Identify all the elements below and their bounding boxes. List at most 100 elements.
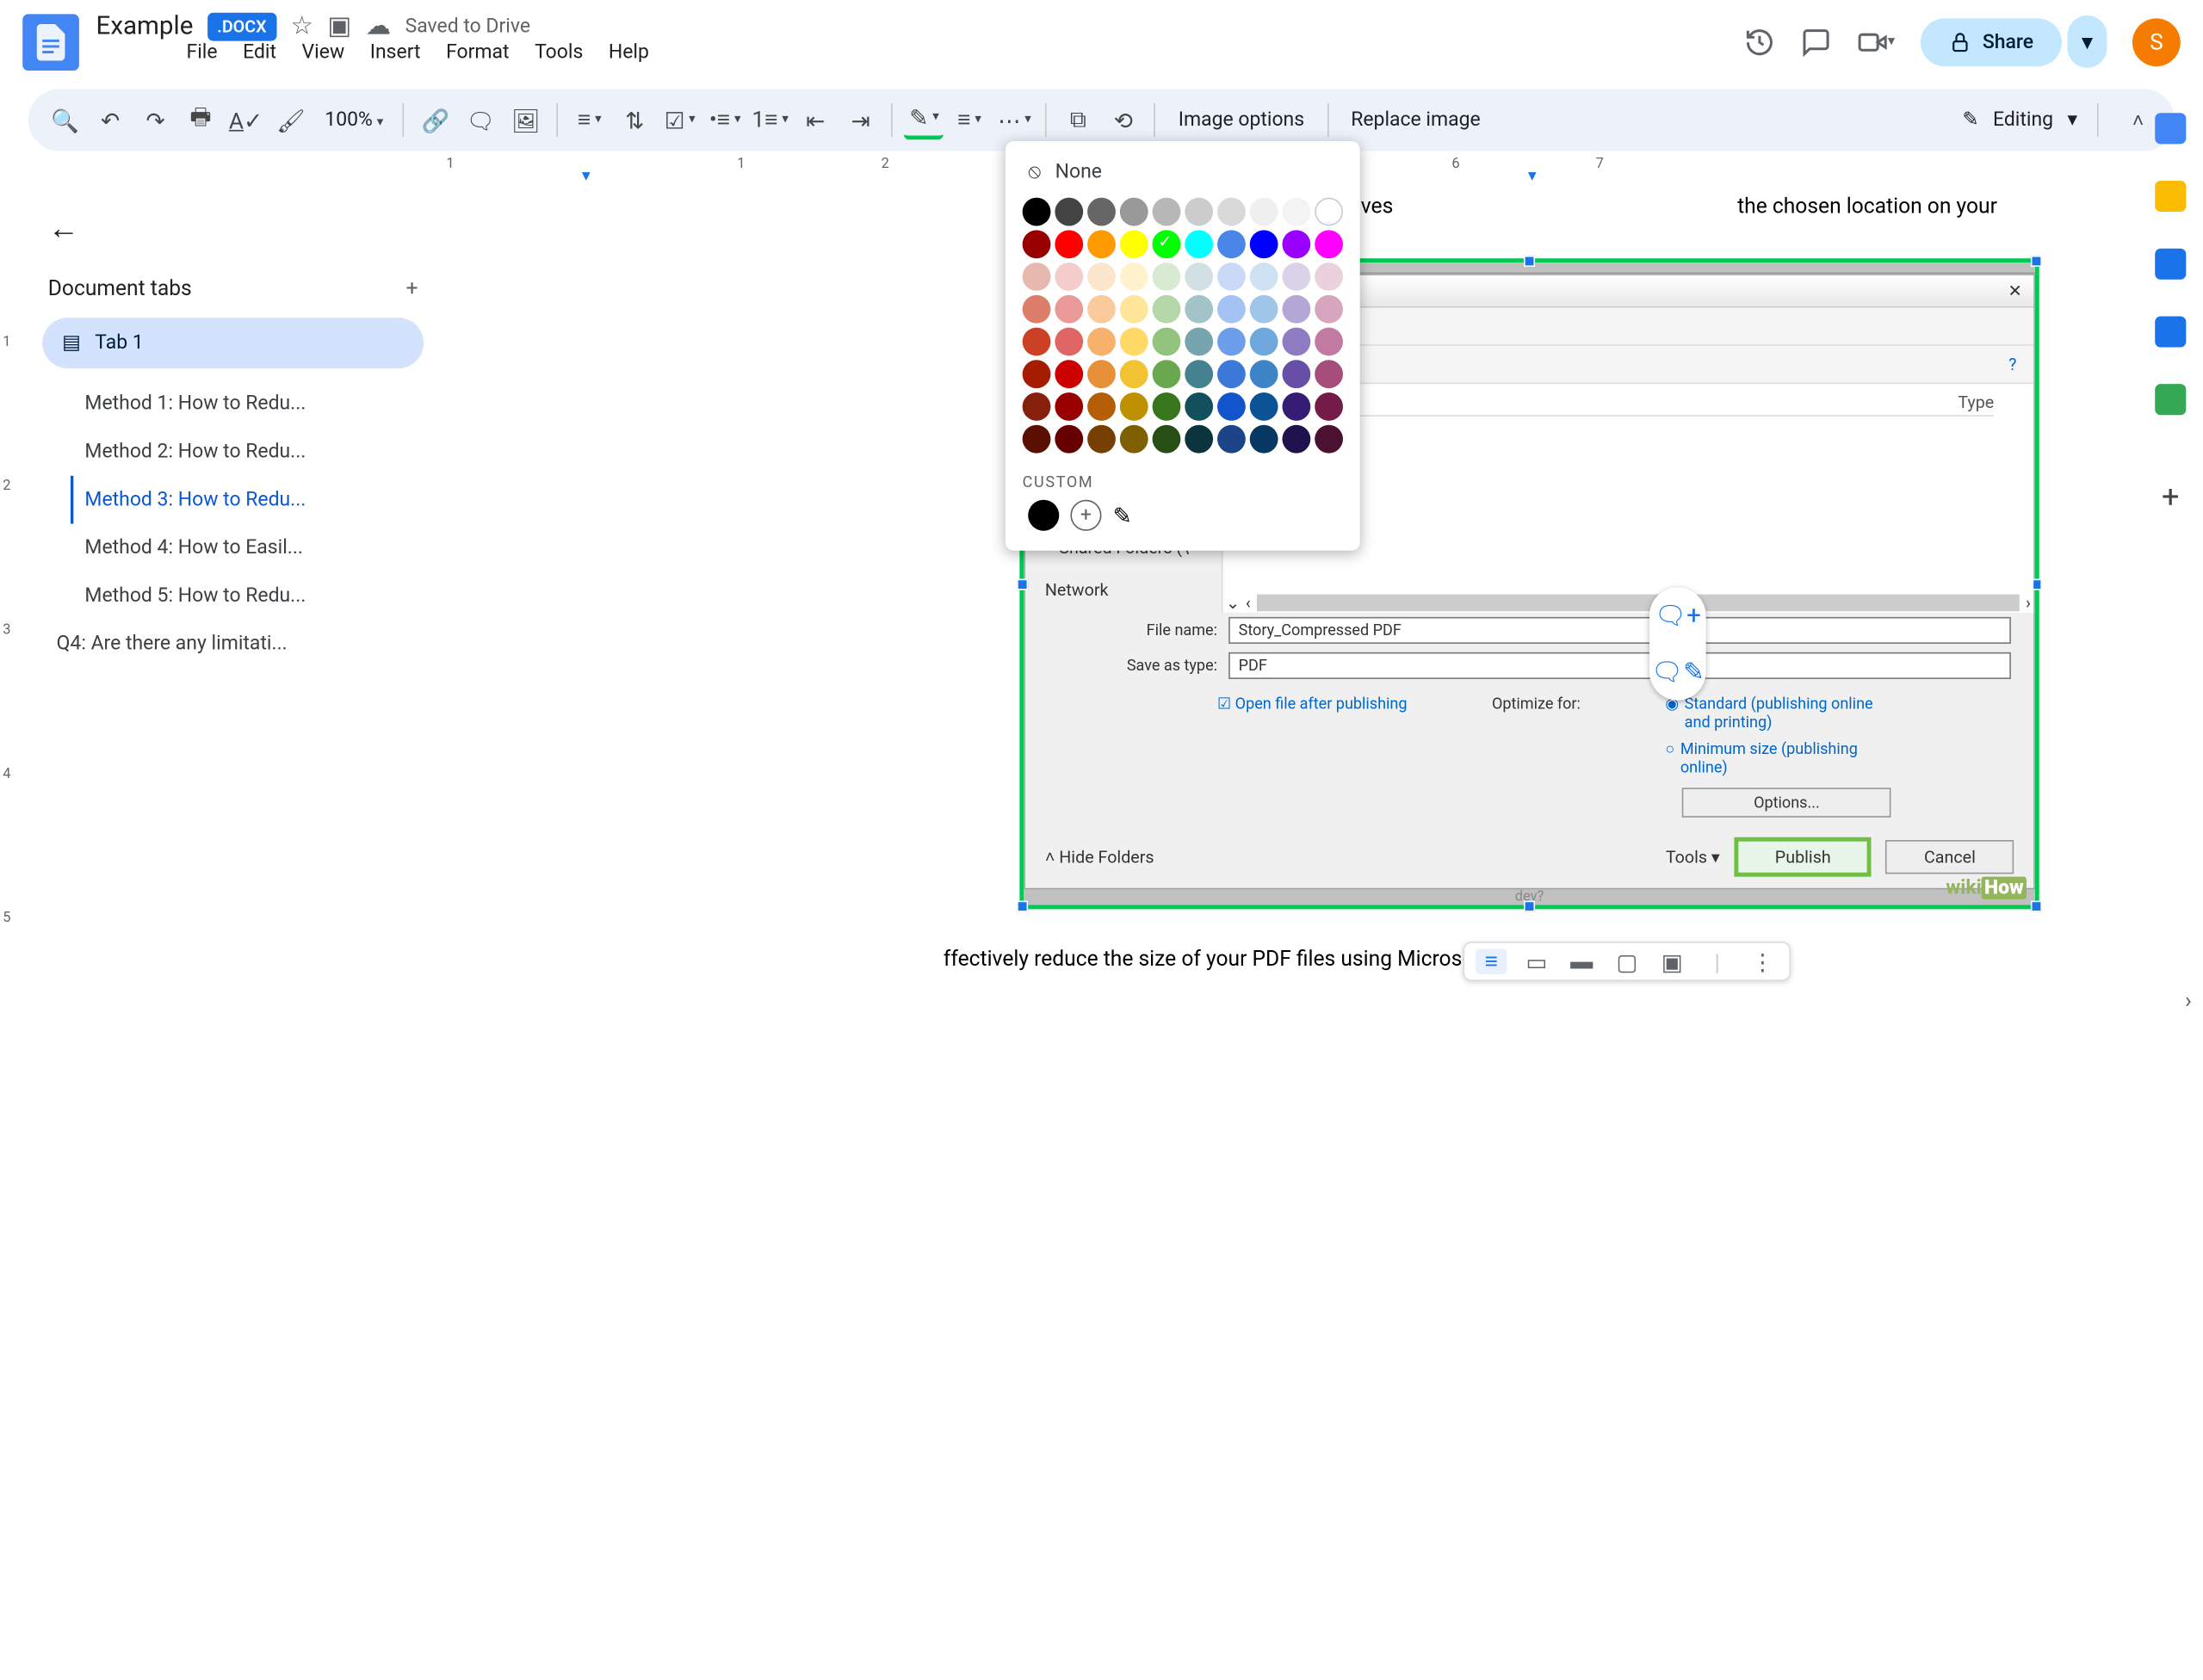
meet-icon[interactable]: ▾ <box>1857 26 1895 57</box>
color-swatch[interactable] <box>1250 198 1278 226</box>
color-swatch[interactable] <box>1217 425 1246 454</box>
checklist-icon[interactable]: ☑ <box>660 100 700 139</box>
color-swatch[interactable] <box>1282 425 1310 454</box>
share-dropdown[interactable]: ▾ <box>2067 15 2107 68</box>
history-icon[interactable] <box>1744 26 1775 57</box>
color-swatch[interactable] <box>1315 198 1343 226</box>
eyedropper-icon[interactable]: ✎ <box>1113 502 1132 528</box>
replace-image-button[interactable]: Replace image <box>1340 108 1492 131</box>
color-swatch[interactable] <box>1087 262 1116 291</box>
color-swatch[interactable] <box>1023 360 1051 388</box>
outline-item[interactable]: Method 4: How to Easil... <box>71 524 424 572</box>
color-swatch[interactable] <box>1217 198 1246 226</box>
back-arrow-icon[interactable]: ← <box>48 210 418 247</box>
color-swatch[interactable] <box>1185 425 1213 454</box>
border-weight-icon[interactable]: ≡ <box>950 100 989 139</box>
color-swatch[interactable] <box>1153 360 1181 388</box>
suggest-edit-floating[interactable]: 🗨✎ <box>1649 644 1706 701</box>
menu-tools[interactable]: Tools <box>535 41 583 64</box>
maps-icon[interactable] <box>2155 384 2186 415</box>
color-swatch[interactable] <box>1185 262 1213 291</box>
border-dash-icon[interactable]: ⋯ <box>994 100 1034 139</box>
color-swatch[interactable] <box>1282 198 1310 226</box>
wrap-break-icon[interactable]: ▬ <box>1566 948 1597 974</box>
custom-swatch[interactable] <box>1028 500 1059 531</box>
color-swatch[interactable] <box>1087 425 1116 454</box>
color-swatch[interactable] <box>1315 295 1343 324</box>
color-swatch[interactable] <box>1087 230 1116 258</box>
menu-format[interactable]: Format <box>446 41 509 64</box>
add-custom-color[interactable]: + <box>1070 500 1101 531</box>
color-swatch[interactable] <box>1250 360 1278 388</box>
add-comment-floating[interactable]: 🗨+ <box>1649 587 1706 644</box>
color-swatch[interactable] <box>1217 392 1246 421</box>
border-color-icon[interactable]: ✎ <box>904 100 944 139</box>
color-swatch[interactable] <box>1055 295 1083 324</box>
print-icon[interactable]: 🖶 <box>181 100 220 139</box>
color-swatch[interactable] <box>1023 392 1051 421</box>
color-swatch[interactable] <box>1250 392 1278 421</box>
tasks-icon[interactable] <box>2155 249 2186 280</box>
outline-item[interactable]: Method 1: How to Redu... <box>71 380 424 428</box>
avatar[interactable]: S <box>2132 18 2181 66</box>
color-swatch[interactable] <box>1023 425 1051 454</box>
menu-help[interactable]: Help <box>609 41 649 64</box>
link-icon[interactable]: 🔗 <box>416 100 455 139</box>
color-swatch[interactable] <box>1250 230 1278 258</box>
color-swatch[interactable] <box>1185 198 1213 226</box>
color-swatch[interactable] <box>1185 295 1213 324</box>
redo-icon[interactable]: ↷ <box>135 100 175 139</box>
color-swatch[interactable] <box>1315 262 1343 291</box>
color-swatch[interactable] <box>1250 425 1278 454</box>
color-swatch[interactable] <box>1153 392 1181 421</box>
resize-handle[interactable] <box>1017 901 1028 912</box>
wrap-text-icon[interactable]: ▭ <box>1521 948 1552 974</box>
color-swatch[interactable] <box>1087 328 1116 356</box>
share-button[interactable]: Share <box>1921 18 2062 66</box>
color-swatch[interactable] <box>1153 198 1181 226</box>
tab-item[interactable]: ▤ Tab 1 <box>42 318 424 368</box>
color-swatch[interactable] <box>1120 262 1148 291</box>
color-swatch[interactable] <box>1282 295 1310 324</box>
color-none[interactable]: ⦸None <box>1023 152 1343 197</box>
contacts-icon[interactable] <box>2155 316 2186 347</box>
color-swatch[interactable] <box>1120 295 1148 324</box>
outline-item[interactable]: Q4: Are there any limitati... <box>53 620 424 668</box>
doc-title[interactable]: Example <box>96 11 194 40</box>
color-swatch[interactable] <box>1217 230 1246 258</box>
color-swatch[interactable] <box>1250 262 1278 291</box>
docs-logo-icon[interactable] <box>22 14 79 71</box>
wrap-behind-icon[interactable]: ▢ <box>1612 948 1643 974</box>
menu-edit[interactable]: Edit <box>243 41 276 64</box>
spellcheck-icon[interactable]: A✓ <box>226 100 265 139</box>
color-swatch[interactable] <box>1315 230 1343 258</box>
comments-icon[interactable] <box>1800 26 1831 57</box>
color-swatch[interactable] <box>1153 328 1181 356</box>
color-swatch[interactable] <box>1055 360 1083 388</box>
color-swatch[interactable] <box>1120 392 1148 421</box>
color-swatch[interactable] <box>1120 328 1148 356</box>
color-swatch[interactable] <box>1185 360 1213 388</box>
color-swatch[interactable] <box>1087 198 1116 226</box>
cloud-icon[interactable]: ☁ <box>366 11 392 40</box>
wrap-inline-icon[interactable]: ≡ <box>1476 948 1507 974</box>
search-icon[interactable]: 🔍 <box>45 100 84 139</box>
wrap-more-icon[interactable]: ⋮ <box>1747 948 1778 974</box>
indent-icon[interactable]: ⇥ <box>841 100 881 139</box>
outline-item[interactable]: Method 5: How to Redu... <box>71 571 424 620</box>
move-icon[interactable]: ▣ <box>327 11 351 40</box>
add-comment-icon[interactable]: 🗨 <box>461 100 500 139</box>
color-swatch[interactable] <box>1023 230 1051 258</box>
color-swatch[interactable] <box>1282 360 1310 388</box>
resize-handle[interactable] <box>1524 901 1535 912</box>
resize-handle[interactable] <box>1524 256 1535 267</box>
number-list-icon[interactable]: 1≡ <box>751 100 790 139</box>
color-swatch[interactable] <box>1282 262 1310 291</box>
color-swatch[interactable] <box>1217 360 1246 388</box>
color-swatch[interactable] <box>1282 328 1310 356</box>
color-swatch[interactable] <box>1087 360 1116 388</box>
color-swatch[interactable] <box>1153 230 1181 258</box>
color-swatch[interactable] <box>1055 425 1083 454</box>
outline-item[interactable]: Method 3: How to Redu... <box>71 476 424 524</box>
resize-handle[interactable] <box>2031 901 2042 912</box>
